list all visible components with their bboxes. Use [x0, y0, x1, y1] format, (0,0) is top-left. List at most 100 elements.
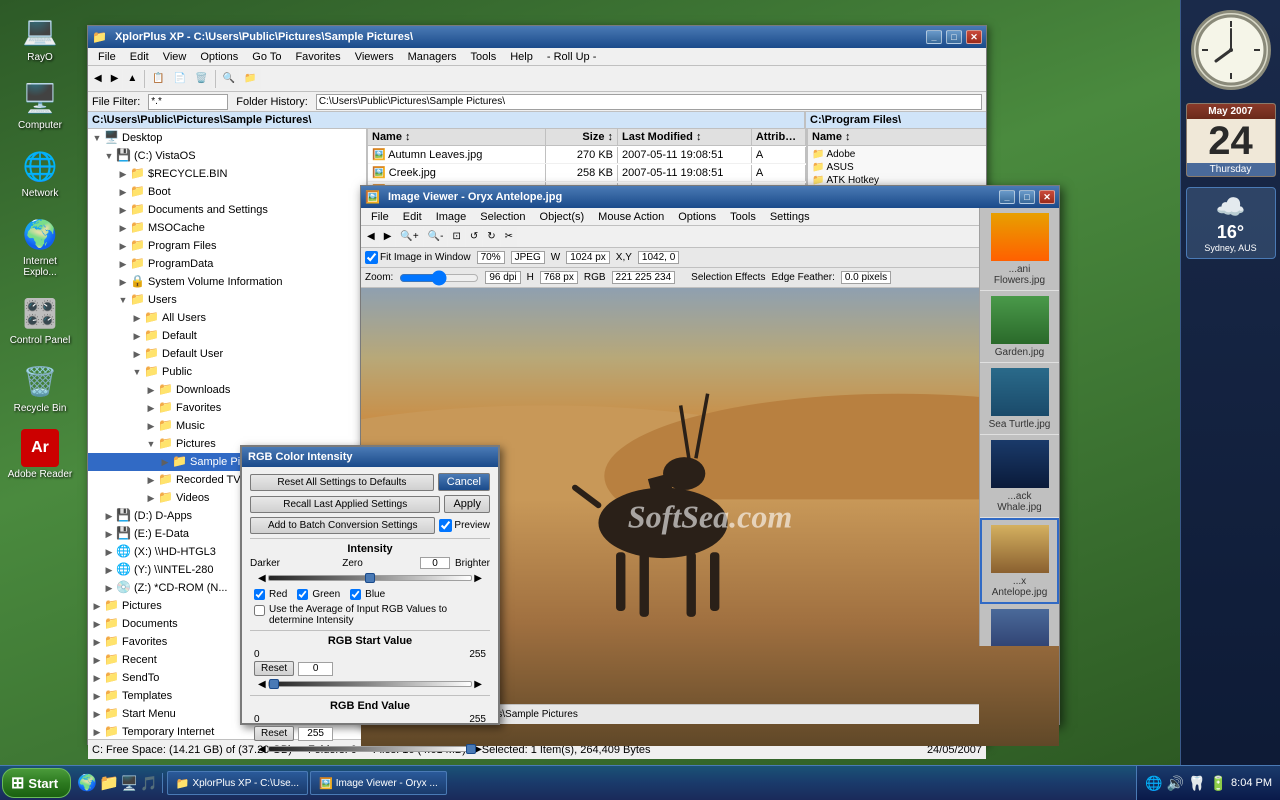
- desktop-icon-network[interactable]: 🌐 Network: [5, 146, 75, 199]
- list-item[interactable]: 📁 Adobe: [810, 148, 984, 161]
- folder-history-input[interactable]: [316, 94, 982, 110]
- expand-icon[interactable]: ▶: [90, 689, 104, 703]
- expand-icon[interactable]: ▶: [90, 671, 104, 685]
- xplorer-close-button[interactable]: ✕: [966, 30, 982, 44]
- xplorer-maximize-button[interactable]: □: [946, 30, 962, 44]
- expand-icon[interactable]: ▶: [130, 347, 144, 361]
- tree-item-music[interactable]: ▶ 📁 Music: [88, 417, 366, 435]
- tree-item-public[interactable]: ▼ 📁 Public: [88, 363, 366, 381]
- thumb-fish[interactable]: ...: [980, 604, 1059, 646]
- imgv-fit-button[interactable]: ⊡: [448, 227, 464, 247]
- tree-item-vistaos[interactable]: ▼ 💾 (C:) VistaOS: [88, 147, 366, 165]
- imgviewer-maximize-button[interactable]: □: [1019, 190, 1035, 204]
- start-left-arrow[interactable]: ◀: [258, 679, 266, 690]
- thumb-turtle[interactable]: Sea Turtle.jpg: [980, 363, 1059, 435]
- tree-item-docs-settings[interactable]: ▶ 📁 Documents and Settings: [88, 201, 366, 219]
- expand-icon[interactable]: ▼: [116, 293, 130, 307]
- intensity-left-arrow[interactable]: ◀: [258, 573, 266, 584]
- tree-item-default[interactable]: ▶ 📁 Default: [88, 327, 366, 345]
- average-checkbox[interactable]: [254, 605, 265, 616]
- tb-folder-button[interactable]: 📁: [240, 69, 260, 89]
- expand-icon[interactable]: ▶: [144, 473, 158, 487]
- fit-checkbox[interactable]: [365, 251, 378, 264]
- tree-item-users[interactable]: ▼ 📁 Users: [88, 291, 366, 309]
- expand-icon[interactable]: ▶: [116, 203, 130, 217]
- expand-icon[interactable]: ▶: [102, 581, 116, 595]
- tree-item-favorites[interactable]: ▶ 📁 Favorites: [88, 399, 366, 417]
- desktop-icon-computer[interactable]: 🖥️ Computer: [5, 78, 75, 131]
- expand-icon[interactable]: ▶: [116, 167, 130, 181]
- expand-icon[interactable]: ▶: [116, 221, 130, 235]
- menu-tools[interactable]: Tools: [465, 50, 503, 64]
- tb-search-button[interactable]: 🔍: [219, 69, 239, 89]
- expand-icon[interactable]: ▶: [130, 329, 144, 343]
- imgv-menu-options[interactable]: Options: [672, 210, 722, 224]
- tb-copy-button[interactable]: 📋: [148, 69, 168, 89]
- preview-checkbox[interactable]: [439, 519, 452, 532]
- expand-icon[interactable]: ▶: [116, 239, 130, 253]
- imgviewer-minimize-button[interactable]: _: [999, 190, 1015, 204]
- expand-icon[interactable]: ▶: [90, 635, 104, 649]
- tree-item-msocache[interactable]: ▶ 📁 MSOCache: [88, 219, 366, 237]
- rgb-start-thumb[interactable]: [269, 679, 279, 689]
- imgv-menu-objects[interactable]: Object(s): [534, 210, 591, 224]
- expand-icon[interactable]: ▶: [102, 509, 116, 523]
- col-header-name[interactable]: Name ↕: [368, 129, 546, 145]
- expand-icon[interactable]: ▶: [90, 599, 104, 613]
- taskbar-task-xplorer[interactable]: 📁 XplorPlus XP - C:\Use...: [167, 771, 308, 795]
- imgv-prev-button[interactable]: ◀: [363, 227, 379, 247]
- imgviewer-close-button[interactable]: ✕: [1039, 190, 1055, 204]
- imgv-menu-image[interactable]: Image: [430, 210, 473, 224]
- imgv-next-button[interactable]: ▶: [380, 227, 396, 247]
- expand-icon[interactable]: ▶: [144, 401, 158, 415]
- list-item[interactable]: 📁 ASUS: [810, 161, 984, 174]
- imgv-menu-selection[interactable]: Selection: [474, 210, 531, 224]
- thumb-garden[interactable]: Garden.jpg: [980, 291, 1059, 363]
- expand-icon[interactable]: ▶: [102, 563, 116, 577]
- desktop-icon-adobe[interactable]: Ar Adobe Reader: [5, 429, 75, 480]
- intensity-slider-thumb[interactable]: [365, 573, 375, 583]
- imgv-menu-tools[interactable]: Tools: [724, 210, 762, 224]
- imgv-zoom-in-button[interactable]: 🔍+: [396, 227, 422, 247]
- tb-forward-button[interactable]: ▶: [107, 69, 123, 89]
- thumb-flowers[interactable]: ...ani Flowers.jpg: [980, 208, 1059, 291]
- imgv-rotate-right-button[interactable]: ↻: [483, 227, 499, 247]
- imgv-rotate-left-button[interactable]: ↺: [466, 227, 482, 247]
- file-filter-input[interactable]: [148, 94, 228, 110]
- tree-item-allusers[interactable]: ▶ 📁 All Users: [88, 309, 366, 327]
- imgv-menu-settings[interactable]: Settings: [764, 210, 816, 224]
- expand-icon[interactable]: ▶: [130, 311, 144, 325]
- menu-goto[interactable]: Go To: [246, 50, 287, 64]
- menu-rollup[interactable]: - Roll Up -: [541, 50, 603, 64]
- tree-item-programdata[interactable]: ▶ 📁 ProgramData: [88, 255, 366, 273]
- red-checkbox[interactable]: [254, 589, 265, 600]
- cancel-button[interactable]: Cancel: [438, 473, 490, 491]
- imgv-menu-file[interactable]: File: [365, 210, 395, 224]
- imgv-menu-edit[interactable]: Edit: [397, 210, 428, 224]
- expand-icon[interactable]: ▶: [90, 653, 104, 667]
- rgb-start-value-input[interactable]: [298, 662, 333, 676]
- end-left-arrow[interactable]: ◀: [258, 744, 266, 755]
- green-checkbox[interactable]: [297, 589, 308, 600]
- rgb-end-value-input[interactable]: [298, 727, 333, 741]
- col-header-modified[interactable]: Last Modified ↕: [618, 129, 752, 145]
- menu-viewers[interactable]: Viewers: [349, 50, 400, 64]
- desktop-icon-ie[interactable]: 🌍 Internet Explo...: [5, 214, 75, 278]
- tree-item-program-files[interactable]: ▶ 📁 Program Files: [88, 237, 366, 255]
- expand-icon[interactable]: ▶: [116, 257, 130, 271]
- menu-help[interactable]: Help: [504, 50, 539, 64]
- blue-checkbox[interactable]: [350, 589, 361, 600]
- expand-icon[interactable]: ▼: [102, 149, 116, 163]
- rgb-end-reset-button[interactable]: Reset: [254, 726, 294, 741]
- expand-icon[interactable]: ▶: [102, 527, 116, 541]
- imgv-crop-button[interactable]: ✂: [501, 227, 517, 247]
- menu-favorites[interactable]: Favorites: [289, 50, 346, 64]
- expand-icon[interactable]: ▶: [116, 185, 130, 199]
- zoom-slider[interactable]: [399, 272, 479, 284]
- intensity-right-arrow[interactable]: ▶: [474, 573, 482, 584]
- apply-button[interactable]: Apply: [444, 495, 490, 513]
- reset-all-button[interactable]: Reset All Settings to Defaults: [250, 474, 434, 491]
- tree-item-desktop[interactable]: ▼ 🖥️ Desktop: [88, 129, 366, 147]
- thumb-whale[interactable]: ...ack Whale.jpg: [980, 435, 1059, 518]
- desktop-icon-control-panel[interactable]: 🎛️ Control Panel: [5, 293, 75, 346]
